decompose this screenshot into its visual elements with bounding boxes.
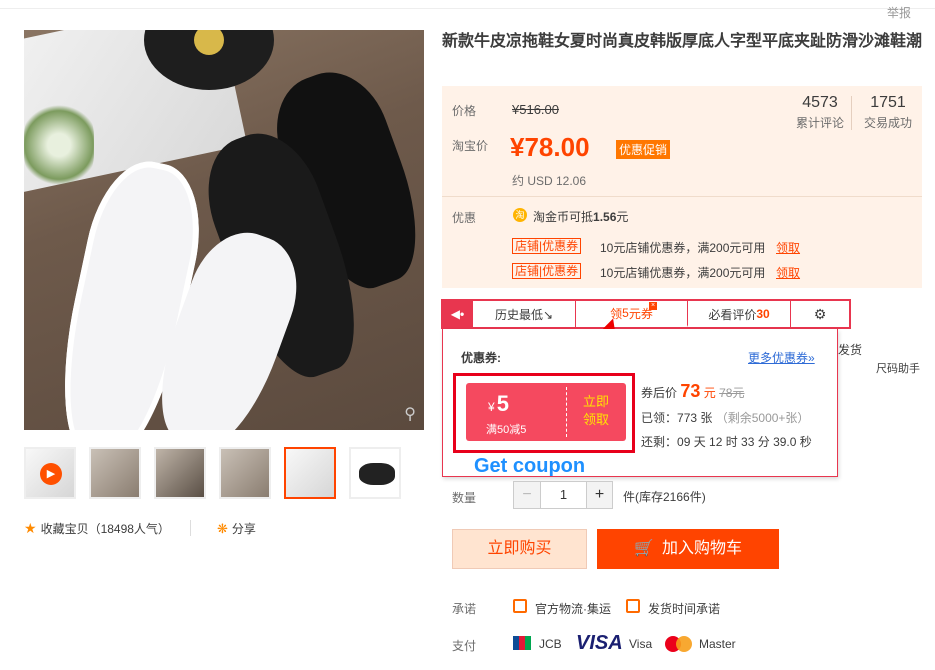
after-coupon-price: 券后价 73 元 78元 [641, 381, 745, 401]
share-icon: ❋ [217, 520, 228, 536]
shop-coupon-tag: 店铺|优惠券 [512, 263, 582, 279]
image-flowers [24, 100, 94, 190]
reviews-stat[interactable]: 4573 累计评论 [796, 94, 844, 131]
delivery-time-icon [626, 599, 640, 613]
shop-coupon-text: 10元店铺优惠券，满200元可用 [600, 241, 766, 255]
shipping-text-partial: 发货 [838, 343, 863, 357]
favorite-text: 收藏宝贝（18498人气） [40, 522, 170, 536]
stock-text: 件(库存2166件) [623, 490, 706, 504]
increase-button[interactable]: + [586, 482, 612, 508]
usd-price: 约 USD 12.06 [512, 174, 587, 188]
zoom-icon[interactable]: ⚲ [404, 404, 416, 424]
share-link[interactable]: ❋ 分享 [217, 520, 256, 537]
favorite-link[interactable]: ★ 收藏宝贝（18498人气） [24, 520, 170, 537]
coupon-panel-title: 优惠券: [461, 351, 501, 365]
tab-get-coupon[interactable]: 领 5 元券 × [576, 301, 688, 327]
divider [190, 520, 191, 536]
coupon-amount: ¥5 [488, 391, 509, 416]
sales-count: 1751 [870, 94, 906, 111]
claim-now-button[interactable]: 立即 领取 [576, 393, 616, 429]
payment-label: 支付 [452, 639, 477, 653]
thumbnail[interactable] [154, 447, 206, 499]
get-coupon-annotation: Get coupon [474, 455, 586, 477]
thumbnail-video[interactable]: ▶ [24, 447, 76, 499]
sales-label: 交易成功 [864, 116, 913, 130]
logistics-icon [513, 599, 527, 613]
price-box: 价格 ¥516.00 淘宝价 ¥78.00 优惠促销 约 USD 12.06 4… [442, 86, 922, 196]
promotion-box: 优惠 淘 淘金币可抵1.56元 店铺|优惠券 10元店铺优惠券，满200元可用 … [442, 196, 922, 288]
coupon-condition: 满50减5 [486, 424, 527, 436]
report-link[interactable]: 举报 [887, 4, 911, 21]
settings-gear-icon[interactable]: ⚙ [791, 301, 849, 327]
original-price: ¥516.00 [512, 102, 559, 117]
service-label: 承诺 [452, 602, 477, 616]
visa-text: Visa [629, 637, 653, 651]
main-product-image[interactable]: ⚲ [24, 30, 424, 430]
top-divider [0, 8, 935, 9]
ticket-divider [566, 387, 567, 437]
play-icon: ▶ [40, 463, 62, 485]
thumbnail[interactable] [89, 447, 141, 499]
claimed-count: 已领：773 张 （剩余5000+张） [641, 411, 810, 425]
tab-must-see-reviews[interactable]: 必看评价 30 [688, 301, 791, 327]
claim-coupon-link[interactable]: 领取 [776, 239, 800, 256]
helper-logo-icon[interactable]: ◀• [443, 301, 473, 327]
jcb-icon [513, 636, 531, 650]
thumbnail-active[interactable] [284, 447, 336, 499]
current-price: ¥78.00 [510, 132, 590, 162]
reviews-label: 累计评论 [796, 116, 845, 130]
quantity-stepper: − 1 + [513, 481, 613, 509]
quantity-label: 数量 [452, 491, 477, 505]
coupon-highlight-box: ¥5 满50减5 立即 领取 [453, 373, 635, 453]
price-label: 价格 [452, 104, 477, 118]
quantity-input[interactable]: 1 [540, 482, 586, 508]
star-icon: ★ [24, 520, 37, 536]
promo-tag[interactable]: 优惠促销 [616, 140, 671, 159]
taobao-coin-icon: 淘 [513, 208, 527, 222]
shop-coupon-tag: 店铺|优惠券 [512, 238, 582, 254]
coupon-countdown: 还剩：09 天 12 时 33 分 39.0 秒 [641, 435, 812, 449]
taobao-price-label: 淘宝价 [452, 139, 489, 153]
sales-stat: 1751 交易成功 [864, 94, 912, 131]
logistics-text[interactable]: 官方物流·集运 [535, 600, 611, 617]
helper-toolbar: ◀• 历史最低↘ 领 5 元券 × 必看评价 30 ⚙ [441, 299, 851, 329]
stat-divider [851, 96, 852, 130]
delivery-time-text[interactable]: 发货时间承诺 [648, 600, 720, 617]
jcb-text: JCB [539, 637, 562, 651]
coin-text: 淘金币可抵1.56元 [533, 210, 629, 224]
thumbnail[interactable] [219, 447, 271, 499]
master-text: Master [699, 637, 736, 651]
visa-logo-icon: VISA [576, 632, 623, 654]
thumbnail-strip: ▶ [24, 447, 401, 499]
claim-coupon-link[interactable]: 领取 [776, 264, 800, 281]
add-to-cart-button[interactable]: 🛒 加入购物车 [597, 529, 779, 569]
coupon-ticket[interactable]: ¥5 满50减5 立即 领取 [466, 383, 626, 441]
decrease-button[interactable]: − [514, 482, 540, 508]
buy-now-button[interactable]: 立即购买 [452, 529, 587, 569]
more-coupons-link[interactable]: 更多优惠券» [748, 349, 815, 366]
close-icon[interactable]: × [649, 302, 657, 310]
product-title: 新款牛皮凉拖鞋女夏时尚真皮韩版厚底人字型平底夹趾防滑沙滩鞋潮 [442, 33, 923, 50]
promo-label: 优惠 [452, 211, 477, 225]
size-help-link[interactable]: 尺码助手 [876, 360, 920, 376]
shop-coupon-text: 10元店铺优惠券，满200元可用 [600, 266, 766, 280]
cart-icon: 🛒 [634, 540, 654, 557]
thumbnail[interactable] [349, 447, 401, 499]
tab-history-low[interactable]: 历史最低↘ [473, 301, 576, 327]
reviews-count: 4573 [802, 94, 838, 111]
share-text: 分享 [231, 522, 256, 536]
mastercard-icon [665, 636, 693, 652]
